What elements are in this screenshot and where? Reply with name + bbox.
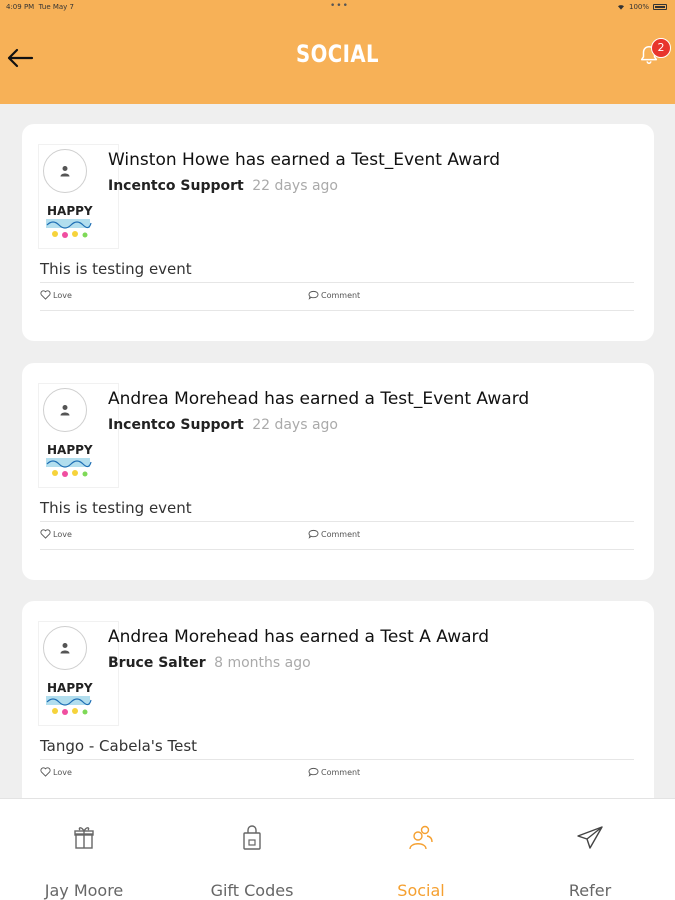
shopping-bag-icon [243, 825, 261, 850]
comment-label: Comment [321, 290, 361, 300]
tab-social[interactable]: Social [337, 799, 505, 900]
award-thumbnail: HAPPY [38, 383, 119, 488]
svg-text:HAPPY: HAPPY [47, 443, 93, 457]
award-meta: Incentco Support 22 days ago [108, 417, 338, 433]
love-button[interactable]: Love [40, 767, 72, 777]
back-arrow-icon [7, 48, 34, 68]
heart-icon [40, 767, 51, 777]
award-title: Winston Howe has earned a Test_Event Awa… [108, 150, 501, 170]
award-thumbnail: HAPPY [38, 621, 119, 726]
comment-label: Comment [321, 529, 361, 539]
comment-button[interactable]: Comment [308, 529, 360, 539]
status-time: 4:09 PM Tue May 7 [6, 3, 75, 11]
feed-card: HAPPY Andrea Morehead has earned a Test_… [22, 363, 654, 580]
award-message: This is testing event [40, 260, 192, 278]
award-thumbnail: HAPPY [38, 144, 119, 249]
love-label: Love [53, 529, 72, 539]
page-title: SOCIAL [296, 40, 379, 68]
social-feed[interactable]: HAPPY Winston Howe has earned a Test_Eve… [0, 104, 675, 798]
tab-gift-codes[interactable]: Gift Codes [168, 799, 336, 900]
tab-label: Gift Codes [210, 881, 294, 900]
love-button[interactable]: Love [40, 529, 72, 539]
time-ago: 22 days ago [252, 178, 338, 194]
feed-card: HAPPY Winston Howe has earned a Test_Eve… [22, 124, 654, 341]
divider [40, 282, 634, 283]
time-ago: 8 months ago [214, 655, 311, 671]
status-indicators: 100% [617, 3, 667, 11]
card-actions: Love Comment [40, 290, 634, 304]
happy-anniversary-image: HAPPY [46, 681, 93, 715]
heart-icon [40, 529, 51, 539]
feed-card: HAPPY Andrea Morehead has earned a Test … [22, 601, 654, 798]
comment-icon [308, 529, 319, 539]
time-ago: 22 days ago [252, 417, 338, 433]
love-button[interactable]: Love [40, 290, 72, 300]
user-avatar [43, 388, 87, 432]
award-message: Tango - Cabela's Test [40, 737, 198, 755]
bottom-tab-bar: Jay Moore Gift Codes Social Refer [0, 798, 675, 900]
card-actions: Love Comment [40, 767, 634, 781]
love-label: Love [53, 290, 72, 300]
svg-text:HAPPY: HAPPY [47, 681, 93, 695]
happy-anniversary-image: HAPPY [46, 443, 93, 477]
award-message: This is testing event [40, 499, 192, 517]
award-title: Andrea Morehead has earned a Test_Event … [108, 389, 530, 409]
heart-icon [40, 290, 51, 300]
awarded-by[interactable]: Bruce Salter [108, 655, 206, 671]
user-icon [60, 166, 70, 177]
svg-text:HAPPY: HAPPY [47, 204, 93, 218]
battery-percent: 100% [628, 3, 649, 11]
comment-button[interactable]: Comment [308, 767, 360, 777]
comment-button[interactable]: Comment [308, 290, 360, 300]
user-avatar [43, 626, 87, 670]
paper-plane-icon [577, 826, 603, 849]
back-button[interactable] [2, 40, 38, 76]
user-avatar [43, 149, 87, 193]
user-icon [60, 643, 70, 654]
divider [40, 759, 634, 760]
divider [40, 549, 634, 550]
award-title: Andrea Morehead has earned a Test A Awar… [108, 627, 490, 647]
divider [40, 310, 634, 311]
comment-label: Comment [321, 767, 361, 777]
award-meta: Bruce Salter 8 months ago [108, 655, 311, 671]
wifi-icon [617, 5, 624, 10]
awarded-by[interactable]: Incentco Support [108, 417, 244, 433]
app-header: 4:09 PM Tue May 7 ••• 100% SOCIAL 2 [0, 0, 675, 104]
multitask-dots: ••• [330, 1, 349, 11]
happy-anniversary-image: HAPPY [46, 204, 93, 238]
tab-refer[interactable]: Refer [506, 799, 674, 900]
users-icon [409, 825, 433, 850]
tab-label: Refer [568, 881, 612, 900]
user-icon [60, 405, 70, 416]
tab-label: Social [397, 881, 445, 900]
comment-icon [308, 290, 319, 300]
notification-badge: 2 [651, 38, 671, 58]
tab-label: Jay Moore [44, 881, 124, 900]
love-label: Love [53, 767, 72, 777]
gift-icon [74, 827, 94, 849]
comment-icon [308, 767, 319, 777]
tab-jay-moore[interactable]: Jay Moore [0, 799, 168, 900]
divider [40, 521, 634, 522]
award-meta: Incentco Support 22 days ago [108, 178, 338, 194]
battery-icon [653, 4, 667, 10]
card-actions: Love Comment [40, 529, 634, 543]
status-bar: 4:09 PM Tue May 7 ••• 100% [0, 0, 675, 14]
awarded-by[interactable]: Incentco Support [108, 178, 244, 194]
